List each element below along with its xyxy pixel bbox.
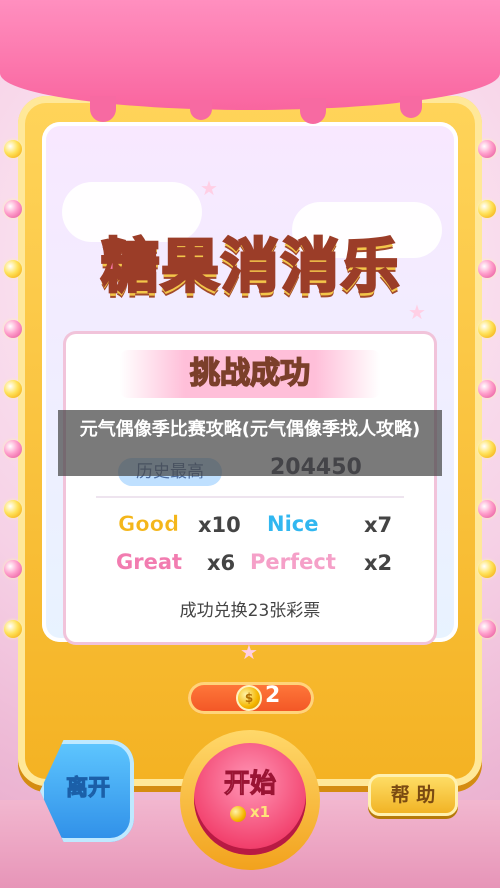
grade-good-label: Good (118, 512, 180, 537)
divider (96, 496, 404, 498)
start-button[interactable]: 开始 x1 (194, 743, 306, 855)
light-bulb (4, 140, 22, 158)
grade-good-multiplier: x10 (198, 513, 241, 537)
light-bulb (4, 260, 22, 278)
light-bulb (478, 380, 496, 398)
grade-perfect-multiplier: x2 (364, 551, 393, 575)
light-bulb (4, 620, 22, 638)
start-cost: x1 (250, 803, 271, 821)
light-bulb (478, 140, 496, 158)
light-bulb (4, 500, 22, 518)
canopy-brim (0, 0, 500, 110)
coin-icon: $ (236, 685, 262, 711)
help-button[interactable]: 帮 助 (368, 774, 458, 816)
light-bulb (478, 200, 496, 218)
canopy-drip (400, 96, 422, 118)
grade-great-multiplier: x6 (207, 551, 236, 575)
caption-overlay: 元气偶像季比赛攻略(元气偶像季找人攻略) (58, 410, 442, 476)
start-button-label: 开始 (223, 769, 276, 800)
grade-nice-label: Nice (267, 512, 319, 536)
grade-perfect-label: Perfect (250, 550, 336, 574)
light-bulb (4, 200, 22, 218)
light-bulb (478, 320, 496, 338)
light-bulb (478, 440, 496, 458)
ticket-exchange-text: 成功兑换23张彩票 (179, 601, 321, 621)
coin-count: 2 (265, 683, 281, 708)
grade-nice-multiplier: x7 (364, 513, 393, 537)
light-bulb (478, 620, 496, 638)
grade-great-label: Great (116, 550, 183, 574)
result-title: 挑战成功 (120, 350, 380, 398)
light-bulb (478, 260, 496, 278)
light-bulb (4, 320, 22, 338)
leave-button-label: 离开 (65, 776, 111, 802)
canopy-drip (90, 96, 116, 122)
star-decoration: ★ (240, 640, 258, 664)
light-bulb (4, 440, 22, 458)
canopy-drip (300, 98, 326, 124)
light-bulb (478, 500, 496, 518)
light-bulb (478, 560, 496, 578)
game-logo: 糖果消消乐 (99, 231, 401, 302)
light-bulb (4, 560, 22, 578)
star-decoration: ★ (200, 176, 218, 200)
coin-icon (230, 806, 246, 822)
light-bulb (4, 380, 22, 398)
